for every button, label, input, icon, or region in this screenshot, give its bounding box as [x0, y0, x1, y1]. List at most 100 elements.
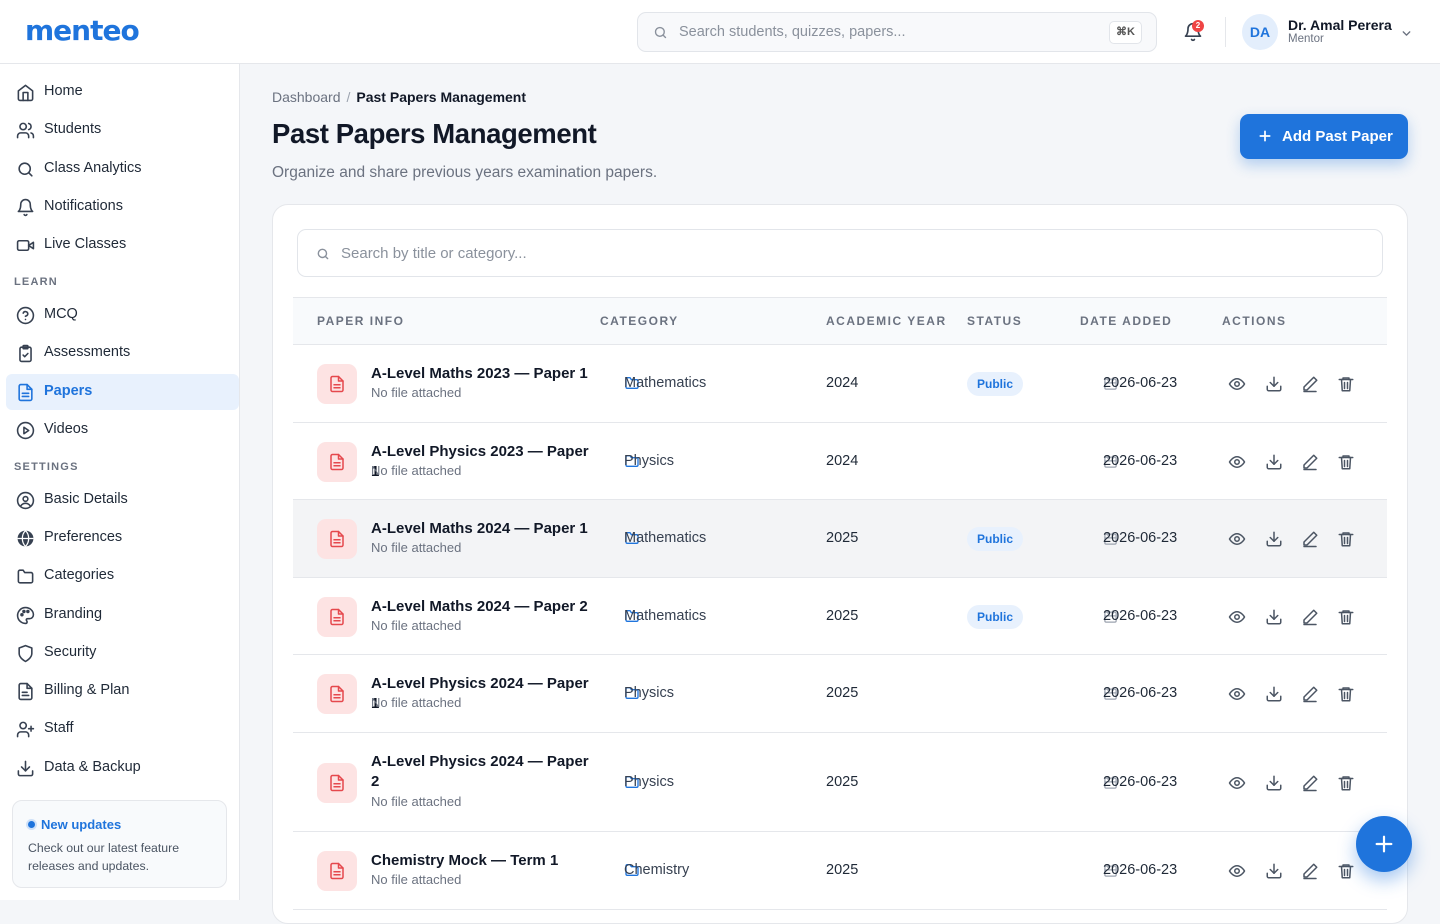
sidebar-item-home[interactable]: Home [6, 74, 239, 110]
delete-button[interactable] [1337, 375, 1355, 393]
column-header-actions: ACTIONS [1222, 314, 1287, 328]
view-button[interactable] [1228, 608, 1246, 626]
sidebar-item-preferences[interactable]: Preferences [6, 520, 239, 556]
column-header-paper-info[interactable]: PAPER INFO [317, 314, 404, 328]
table-row[interactable]: A-Level Maths 2024 — Paper 2 No file atta… [293, 578, 1387, 655]
view-button[interactable] [1228, 530, 1246, 548]
download-button[interactable] [1265, 530, 1283, 548]
add-past-paper-label: Add Past Paper [1282, 128, 1393, 145]
trash-icon [1337, 774, 1355, 792]
pdf-file-icon [317, 364, 357, 404]
download-button[interactable] [1265, 608, 1283, 626]
sidebar-item-papers[interactable]: Papers [6, 374, 239, 410]
global-search-input[interactable]: Search students, quizzes, papers... ⌘K [637, 12, 1157, 52]
table-row[interactable]: A-Level Physics 2023 — Paper 1 No file at… [293, 423, 1387, 500]
paper-file-status: No file attached [371, 462, 462, 478]
view-button[interactable] [1228, 685, 1246, 703]
edit-button[interactable] [1301, 453, 1319, 471]
table-row[interactable]: Chemistry Mock — Term 1 No file attached C… [293, 832, 1387, 910]
download-button[interactable] [1265, 685, 1283, 703]
sidebar-item-billing[interactable]: Billing & Plan [6, 673, 239, 709]
edit-button[interactable] [1301, 862, 1319, 880]
download-button[interactable] [1265, 774, 1283, 792]
add-past-paper-button[interactable]: Add Past Paper [1240, 114, 1408, 159]
pencil-icon [1301, 774, 1319, 792]
sidebar-item-videos[interactable]: Videos [6, 412, 239, 448]
view-button[interactable] [1228, 453, 1246, 471]
academic-year: 2024 [826, 375, 859, 391]
search-icon [316, 247, 330, 261]
trash-icon [1337, 685, 1355, 703]
sidebar-item-label: Class Analytics [44, 160, 142, 176]
download-icon [1265, 685, 1283, 703]
sidebar-item-basic-details[interactable]: Basic Details [6, 482, 239, 518]
breadcrumb-parent[interactable]: Dashboard [272, 89, 341, 105]
delete-button[interactable] [1337, 862, 1355, 880]
download-button[interactable] [1265, 453, 1283, 471]
avatar[interactable]: DA [1242, 14, 1278, 50]
edit-button[interactable] [1301, 685, 1319, 703]
date-added: 2026-06-23 [1103, 685, 1178, 701]
sidebar-item-label: Papers [44, 383, 93, 399]
sidebar-item-live-classes[interactable]: Live Classes [6, 227, 239, 263]
view-button[interactable] [1228, 774, 1246, 792]
edit-button[interactable] [1301, 608, 1319, 626]
bell-icon [16, 198, 35, 217]
paper-title[interactable]: A-Level Maths 2024 — Paper 2 [371, 597, 601, 617]
edit-button[interactable] [1301, 375, 1319, 393]
app-logo[interactable]: menteo [25, 14, 140, 47]
view-button[interactable] [1228, 375, 1246, 393]
updates-card[interactable]: New updates Check out our latest feature… [12, 800, 227, 888]
category-label: Mathematics [624, 530, 707, 546]
paper-title[interactable]: Chemistry Mock — Term 1 [371, 851, 601, 871]
chevron-down-icon[interactable] [1400, 27, 1413, 40]
delete-button[interactable] [1337, 774, 1355, 792]
table-row[interactable]: A-Level Maths 2024 — Paper 1 No file atta… [293, 500, 1387, 578]
paper-title[interactable]: A-Level Physics 2024 — Paper 2 [371, 752, 601, 792]
download-button[interactable] [1265, 862, 1283, 880]
sidebar-item-students[interactable]: Students [6, 112, 239, 148]
column-header-academic-year[interactable]: ACADEMIC YEAR [826, 314, 947, 328]
user-name[interactable]: Dr. Amal Perera [1288, 17, 1392, 33]
sidebar-item-mcq[interactable]: MCQ [6, 297, 239, 333]
column-header-date-added[interactable]: DATE ADDED [1080, 314, 1172, 328]
search-icon [16, 160, 35, 179]
sidebar-item-label: Billing & Plan [44, 682, 130, 698]
table-row[interactable]: A-Level Physics 2024 — Paper 1 No file at… [293, 655, 1387, 733]
delete-button[interactable] [1337, 453, 1355, 471]
paper-file-status: No file attached [371, 695, 462, 710]
eye-icon [1228, 608, 1246, 626]
delete-button[interactable] [1337, 685, 1355, 703]
paper-title[interactable]: A-Level Maths 2024 — Paper 1 [371, 519, 601, 539]
paper-title[interactable]: A-Level Maths 2023 — Paper 1 [371, 364, 601, 384]
sidebar-item-staff[interactable]: Staff [6, 711, 239, 747]
download-button[interactable] [1265, 375, 1283, 393]
table-row[interactable]: A-Level Physics 2024 — Paper 2 No file at… [293, 733, 1387, 832]
table-row[interactable]: A-Level Maths 2023 — Paper 1 No file atta… [293, 345, 1387, 423]
sidebar-item-data-backup[interactable]: Data & Backup [6, 750, 239, 786]
academic-year: 2025 [826, 530, 859, 546]
notifications-button[interactable]: 2 [1183, 20, 1204, 42]
eye-icon [1228, 530, 1246, 548]
trash-icon [1337, 608, 1355, 626]
column-header-status[interactable]: STATUS [967, 314, 1022, 328]
download-icon [1265, 375, 1283, 393]
sidebar-item-security[interactable]: Security [6, 635, 239, 671]
pencil-icon [1301, 453, 1319, 471]
delete-button[interactable] [1337, 530, 1355, 548]
download-icon [1265, 774, 1283, 792]
column-header-category[interactable]: CATEGORY [600, 314, 679, 328]
paper-file-status: No file attached [371, 872, 462, 887]
sidebar-item-categories[interactable]: Categories [6, 558, 239, 594]
view-button[interactable] [1228, 862, 1246, 880]
sidebar-item-class-analytics[interactable]: Class Analytics [6, 151, 239, 187]
sidebar-item-assessments[interactable]: Assessments [6, 335, 239, 371]
sidebar-item-notifications[interactable]: Notifications [6, 189, 239, 225]
edit-button[interactable] [1301, 530, 1319, 548]
edit-button[interactable] [1301, 774, 1319, 792]
floating-add-button[interactable] [1356, 816, 1412, 872]
sidebar-item-branding[interactable]: Branding [6, 597, 239, 633]
table-search-input[interactable]: Search by title or category... [297, 229, 1383, 277]
plus-icon [1257, 128, 1273, 144]
delete-button[interactable] [1337, 608, 1355, 626]
